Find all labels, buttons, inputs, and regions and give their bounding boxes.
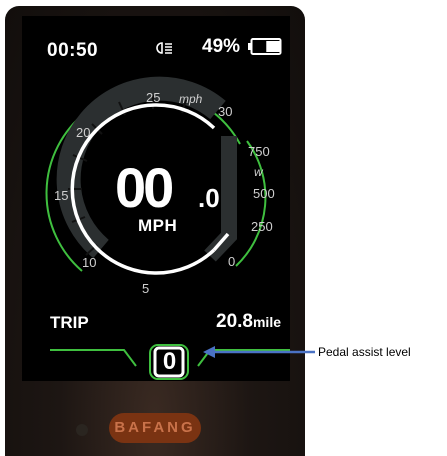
- power-tick-label: 750: [248, 144, 270, 159]
- speed-tick-label: 30: [218, 104, 232, 119]
- power-tick-label: 500: [253, 186, 275, 201]
- power-scale-arc: [235, 140, 267, 267]
- speed-unit: MPH: [138, 216, 178, 235]
- power-tick-label: 0: [228, 254, 235, 269]
- pedal-assist-level: 0: [162, 348, 177, 375]
- speed-tick-label: 5: [142, 281, 149, 296]
- power-tick-label: 250: [251, 219, 273, 234]
- speed-scale-unit: mph: [179, 92, 203, 106]
- speed-tick-label: 15: [54, 188, 68, 203]
- speed-tick-label: 20: [76, 125, 90, 140]
- trip-distance-unit: mile: [252, 314, 281, 330]
- lcd-screen: 00:50 49% 5 10 15 20 25 mph 30 750 w 500…: [22, 16, 290, 381]
- power-scale-unit: w: [254, 165, 264, 179]
- power-button[interactable]: [76, 424, 88, 436]
- display-unit: 00:50 49% 5 10 15 20 25 mph 30 750 w 500…: [5, 6, 305, 456]
- speed-decimal: .0: [198, 183, 220, 213]
- brand-logo: BAFANG: [109, 413, 201, 443]
- trip-distance: 20.8mile: [216, 311, 281, 333]
- annotation-arrow: [203, 346, 315, 358]
- trip-distance-value: 20.8: [216, 311, 253, 332]
- speed-tick-label: 25: [146, 90, 160, 105]
- speed-value: 00: [115, 156, 174, 219]
- annotation-label: Pedal assist level: [318, 345, 411, 359]
- trip-label: TRIP: [50, 313, 89, 332]
- speed-tick-label: 10: [82, 255, 96, 270]
